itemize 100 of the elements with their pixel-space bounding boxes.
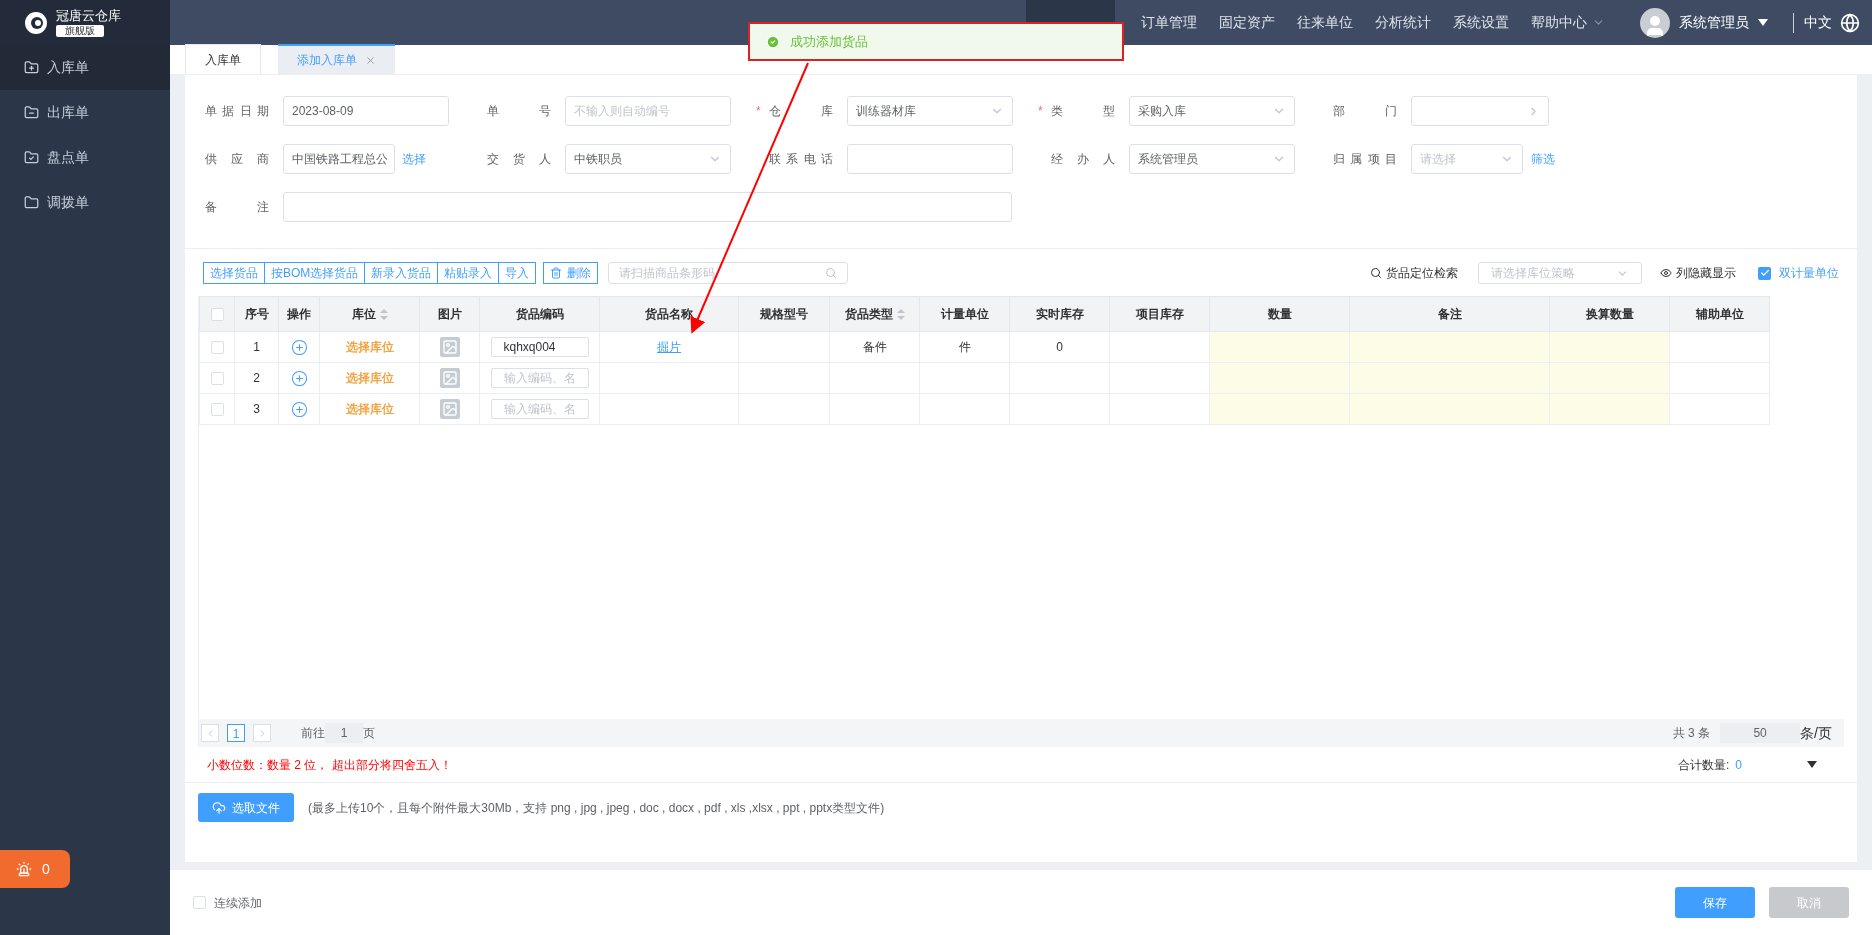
nav-item[interactable]: 帮助中心	[1520, 0, 1616, 45]
column-header: 序号	[234, 296, 279, 332]
total-count: 共 3 条	[1672, 725, 1711, 742]
field-label: 归属项目	[1333, 151, 1397, 168]
column-header: 换算数量	[1549, 296, 1670, 332]
sidebar-item[interactable]: 调拨单	[0, 180, 170, 225]
alarm-icon	[16, 861, 32, 877]
summary-value: 0	[1735, 756, 1742, 774]
column-header: 实时库存	[1009, 296, 1110, 332]
caret-down-icon	[1758, 19, 1768, 26]
field-label: 联系电话	[769, 151, 833, 168]
field-label: 仓库	[769, 103, 833, 120]
language-menu-button[interactable]: 中文	[1804, 12, 1860, 33]
checkbox[interactable]	[210, 340, 224, 354]
checkbox[interactable]	[210, 307, 224, 321]
field-label: 供应商	[205, 151, 269, 168]
field-label: 类型	[1051, 103, 1115, 120]
column-header: 数量	[1209, 296, 1350, 332]
prev-page-button[interactable]	[201, 724, 219, 742]
logo-icon	[24, 10, 48, 35]
sidebar-item[interactable]: 入库单	[0, 45, 170, 90]
select-link[interactable]: 选择	[402, 150, 426, 168]
nav-item[interactable]: 订单管理	[1130, 0, 1208, 45]
checkbox-label: 双计量单位	[1779, 265, 1839, 282]
checkbox[interactable]	[210, 402, 224, 416]
column-header: 库位	[319, 296, 420, 332]
sort-icon[interactable]	[379, 308, 388, 320]
nav-item[interactable]: 固定资产	[1208, 0, 1286, 45]
page-size-field[interactable]: 50	[1720, 723, 1801, 743]
image-placeholder-icon	[439, 399, 460, 419]
globe-icon	[1840, 12, 1860, 33]
table-cell: 2	[253, 371, 260, 385]
page-number-button[interactable]: 1	[227, 724, 245, 742]
field-label: 单据日期	[205, 103, 269, 120]
required-mark: *	[1038, 103, 1043, 120]
page-tab[interactable]: 入库单	[185, 44, 261, 74]
required-mark: *	[756, 103, 761, 120]
nav-item[interactable]: 往来单位	[1286, 0, 1364, 45]
toolbar-button[interactable]: 导入	[498, 262, 537, 284]
add-row-icon[interactable]	[290, 400, 308, 418]
toolbar-button[interactable]: 新录入货品	[364, 262, 439, 284]
table-cell: 3	[253, 402, 260, 416]
close-icon[interactable]	[365, 54, 376, 66]
input-field[interactable]: 中国铁路工程总公	[283, 144, 395, 174]
product-name-link[interactable]: 掘片	[657, 340, 681, 354]
select-field[interactable]: 采购入库	[1129, 96, 1295, 126]
checkbox[interactable]	[193, 896, 206, 909]
toolbar-button[interactable]: 粘贴录入	[437, 262, 500, 284]
column-header: 图片	[419, 296, 480, 332]
nav-item[interactable]: 分析统计	[1364, 0, 1442, 45]
delete-button[interactable]: 删除	[543, 262, 599, 284]
eye-icon	[1660, 267, 1672, 279]
upload-hint: (最多上传10个，且每个附件最大30Mb，支持 png , jpg , jpeg , doc , docx , pdf , xls ,xlsx , ppt , pptx类型文件)	[308, 799, 885, 817]
checkbox[interactable]	[1758, 266, 1771, 280]
input-field[interactable]	[847, 144, 1013, 174]
cloud-upload-icon	[212, 800, 226, 815]
sidebar-item[interactable]: 盘点单	[0, 135, 170, 180]
input-field[interactable]: 2023-08-09	[283, 96, 449, 126]
code-input-field[interactable]: kqhxq004	[490, 337, 589, 357]
page-size-suffix: 条/页	[1800, 723, 1832, 743]
toolbar-button[interactable]: 按BOM选择货品	[264, 262, 366, 284]
checkbox-label: 连续添加	[214, 894, 262, 912]
image-placeholder-icon	[439, 337, 460, 357]
column-header: 备注	[1349, 296, 1550, 332]
table-cell: 备件	[862, 340, 887, 354]
field-label: 单号	[487, 103, 551, 120]
folder-icon	[24, 195, 39, 210]
goto-label: 前往	[301, 725, 325, 742]
app-name: 冠唐云仓库	[56, 8, 121, 24]
user-name[interactable]: 系统管理员	[1679, 12, 1749, 33]
column-visibility-button[interactable]: 列隐藏显示	[1660, 264, 1736, 282]
column-header: 货品名称	[599, 296, 739, 332]
search-icon	[825, 267, 838, 279]
alarm-badge[interactable]: 0	[0, 850, 70, 888]
column-header: 货品编码	[479, 296, 600, 332]
summary-label: 合计数量:	[1677, 756, 1730, 774]
caret-down-icon[interactable]	[1807, 761, 1817, 768]
column-header: 规格型号	[738, 296, 830, 332]
locate-search-button[interactable]: 货品定位检索	[1370, 264, 1458, 282]
folder-plus-icon	[24, 60, 39, 75]
checkbox[interactable]	[210, 371, 224, 385]
page-input-field[interactable]: 1	[325, 723, 363, 743]
success-icon	[766, 34, 780, 49]
toolbar-button[interactable]: 选择货品	[203, 262, 265, 284]
next-page-button[interactable]	[253, 724, 271, 742]
folder-minus-icon	[24, 105, 39, 120]
field-label: 备注	[205, 199, 269, 216]
nav-item[interactable]: 系统设置	[1442, 0, 1520, 45]
remark-field[interactable]	[283, 192, 1012, 222]
filter-link[interactable]: 筛选	[1531, 150, 1555, 168]
select-field[interactable]: 训练器材库	[847, 96, 1013, 126]
add-row-icon[interactable]	[290, 369, 308, 387]
add-row-icon[interactable]	[290, 338, 308, 356]
select-field[interactable]: 中铁职员	[565, 144, 731, 174]
select-field[interactable]: 系统管理员	[1129, 144, 1295, 174]
column-header: 货品类型	[829, 296, 920, 332]
sort-icon[interactable]	[896, 308, 905, 320]
sidebar-item[interactable]: 出库单	[0, 90, 170, 135]
column-header: 计量单位	[919, 296, 1010, 332]
select-field[interactable]	[1411, 96, 1549, 126]
